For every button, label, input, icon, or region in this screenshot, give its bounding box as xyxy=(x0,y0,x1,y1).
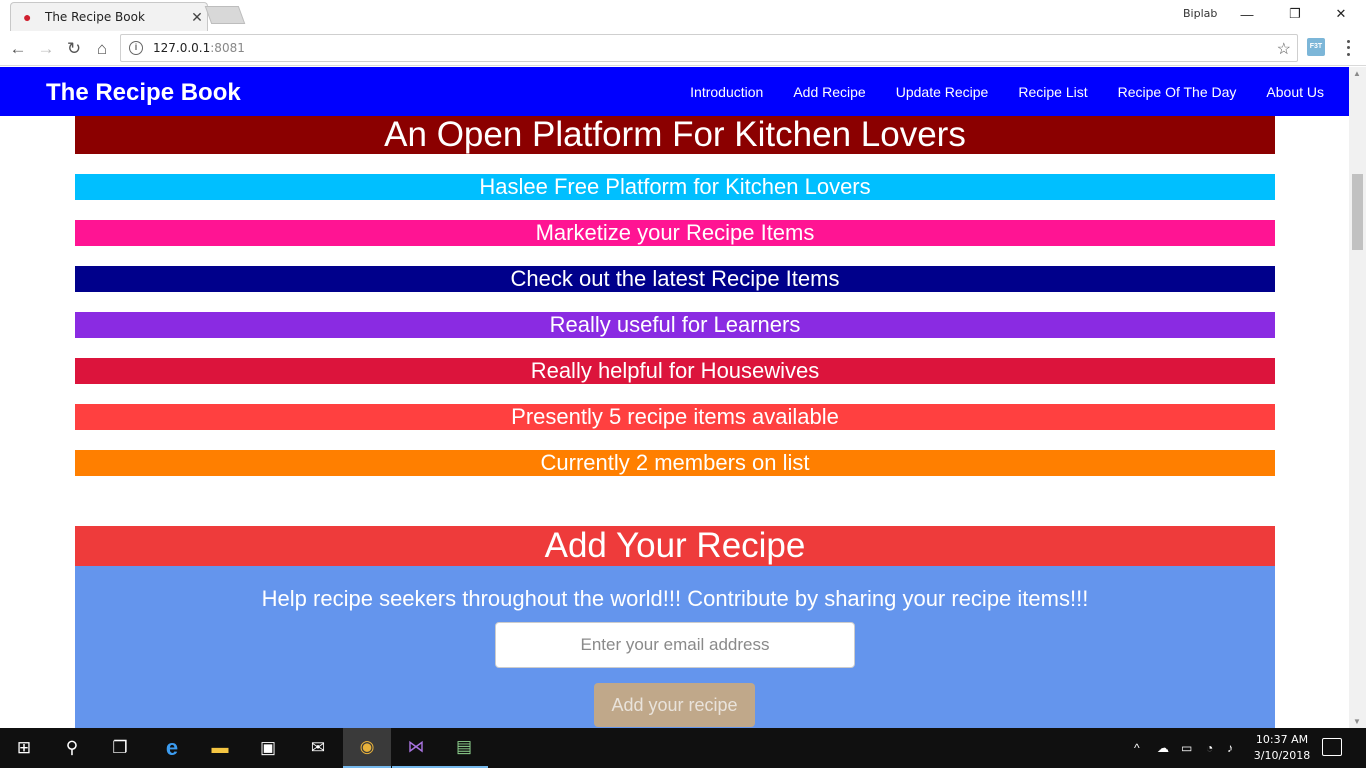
add-recipe-heading: Add Your Recipe xyxy=(75,526,1275,566)
nav-update-recipe[interactable]: Update Recipe xyxy=(896,84,989,100)
nav-links: Introduction Add Recipe Update Recipe Re… xyxy=(660,67,1324,116)
site-brand[interactable]: The Recipe Book xyxy=(46,79,241,107)
windows-start-icon[interactable]: ⊞ xyxy=(0,728,48,768)
apple-icon: ● xyxy=(23,9,32,25)
file-explorer-icon[interactable]: ▬ xyxy=(196,728,244,768)
volume-icon[interactable]: ♪ xyxy=(1227,728,1233,768)
site-navbar: The Recipe Book Introduction Add Recipe … xyxy=(0,67,1349,116)
bookmark-star-icon[interactable]: ☆ xyxy=(1277,39,1291,59)
nav-about-us[interactable]: About Us xyxy=(1266,84,1324,100)
profile-name[interactable]: Biplab xyxy=(1183,7,1217,20)
add-recipe-button[interactable]: Add your recipe xyxy=(594,683,755,727)
nav-recipe-of-the-day[interactable]: Recipe Of The Day xyxy=(1118,84,1237,100)
minimize-button[interactable]: — xyxy=(1224,0,1270,28)
browser-toolbar: ← → ↻ ⌂ i 127.0.0.1:8081 ☆ F3T xyxy=(0,31,1366,66)
search-icon[interactable]: ⚲ xyxy=(48,728,96,768)
feature-bar: Presently 5 recipe items available xyxy=(75,404,1275,430)
tab-title: The Recipe Book xyxy=(45,10,145,24)
clock-time: 10:37 AM xyxy=(1255,733,1309,746)
intro-banner: An Open Platform For Kitchen Lovers xyxy=(75,116,1275,154)
feature-bar: Really useful for Learners xyxy=(75,312,1275,338)
address-bar[interactable]: i 127.0.0.1:8081 ☆ xyxy=(120,34,1298,62)
tray-chevron-icon[interactable]: ^ xyxy=(1134,728,1140,768)
onedrive-icon[interactable]: ☁ xyxy=(1157,728,1169,768)
browser-titlebar: ● The Recipe Book ✕ Biplab — ❐ ✕ xyxy=(0,0,1366,31)
nav-introduction[interactable]: Introduction xyxy=(690,84,763,100)
chrome-icon[interactable]: ◉ xyxy=(343,728,391,768)
home-icon[interactable]: ⌂ xyxy=(90,37,114,61)
restore-button[interactable]: ❐ xyxy=(1272,0,1318,28)
store-icon[interactable]: ▣ xyxy=(244,728,292,768)
feature-bar: Haslee Free Platform for Kitchen Lovers xyxy=(75,174,1275,200)
menu-dots-icon[interactable] xyxy=(1340,38,1356,58)
feature-bar: Really helpful for Housewives xyxy=(75,358,1275,384)
scrollbar-thumb[interactable] xyxy=(1352,174,1363,250)
edge-icon[interactable]: e xyxy=(148,728,196,768)
visual-studio-icon[interactable]: ⋈ xyxy=(392,728,440,768)
email-input[interactable] xyxy=(495,622,855,668)
app-window-icon[interactable]: ▤ xyxy=(440,728,488,768)
notification-icon[interactable] xyxy=(1322,738,1342,756)
browser-tab[interactable]: ● The Recipe Book ✕ xyxy=(10,2,208,31)
clock-date: 3/10/2018 xyxy=(1253,749,1311,762)
close-window-button[interactable]: ✕ xyxy=(1318,0,1364,28)
task-view-icon[interactable]: ❐ xyxy=(96,728,144,768)
forward-arrow-icon[interactable]: → xyxy=(34,37,58,61)
scroll-down-icon[interactable]: ▼ xyxy=(1353,717,1361,726)
windows-taskbar: ⊞ ⚲ ❐ e ▬ ▣ ✉ ◉ ⋈ ▤ ^ ☁ ▭ ◔ ♪ 10:37 AM 3… xyxy=(0,728,1366,768)
system-clock[interactable]: 10:37 AM 3/10/2018 xyxy=(1246,732,1318,764)
wifi-icon[interactable]: ◔ xyxy=(1206,728,1213,768)
feature-bar: Currently 2 members on list xyxy=(75,450,1275,476)
nav-add-recipe[interactable]: Add Recipe xyxy=(793,84,865,100)
feature-bar: Marketize your Recipe Items xyxy=(75,220,1275,246)
mail-icon[interactable]: ✉ xyxy=(294,728,342,768)
back-arrow-icon[interactable]: ← xyxy=(6,37,30,61)
network-adapter-icon[interactable]: ▭ xyxy=(1181,728,1192,768)
feature-bar: Check out the latest Recipe Items xyxy=(75,266,1275,292)
new-tab-button[interactable] xyxy=(204,6,246,24)
tab-close-icon[interactable]: ✕ xyxy=(187,9,207,26)
nav-recipe-list[interactable]: Recipe List xyxy=(1018,84,1087,100)
extension-icon[interactable]: F3T xyxy=(1307,38,1325,56)
scroll-up-icon[interactable]: ▲ xyxy=(1353,69,1361,78)
url-host: 127.0.0.1 xyxy=(153,41,211,55)
reload-icon[interactable]: ↻ xyxy=(62,37,86,61)
page-viewport: The Recipe Book Introduction Add Recipe … xyxy=(0,67,1349,728)
add-recipe-text: Help recipe seekers throughout the world… xyxy=(261,586,1089,611)
url-port: :8081 xyxy=(210,41,245,55)
page-scrollbar[interactable]: ▲ ▼ xyxy=(1349,67,1366,728)
add-recipe-panel: Help recipe seekers throughout the world… xyxy=(75,566,1275,728)
info-icon[interactable]: i xyxy=(129,41,143,55)
